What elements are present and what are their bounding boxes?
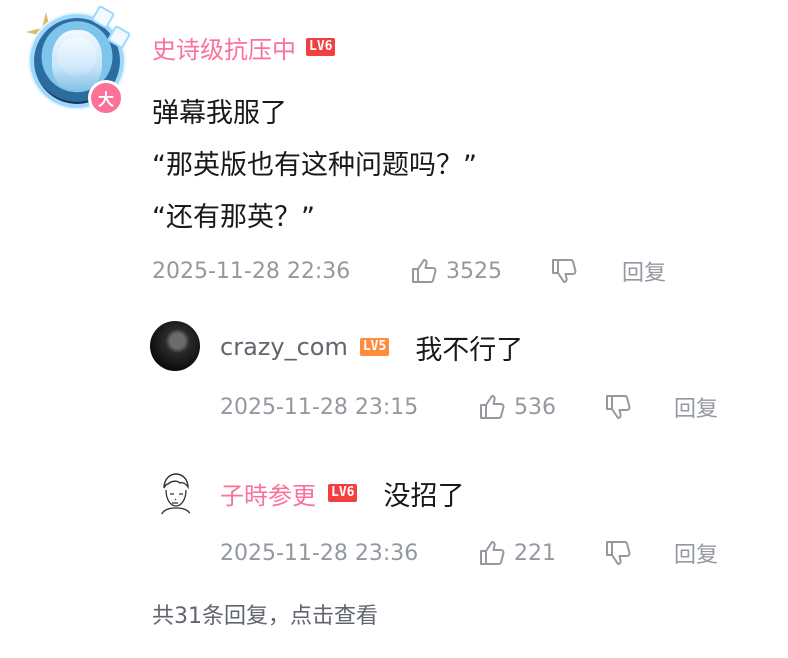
reply-meta: 2025-11-28 23:15 536 回复 bbox=[220, 390, 718, 424]
comment-header: 史诗级抗压中 LV6 bbox=[152, 30, 336, 65]
level-badge: LV6 bbox=[328, 484, 358, 502]
reply-username[interactable]: 子時参更 bbox=[220, 476, 316, 511]
comment-line: 弹幕我服了 bbox=[152, 98, 287, 129]
like-button[interactable]: 3525 bbox=[410, 257, 550, 285]
view-more-replies-link[interactable]: 共31条回复，点击查看 bbox=[152, 598, 378, 630]
level-badge: LV5 bbox=[359, 338, 390, 356]
thumb-up-icon bbox=[478, 393, 506, 421]
avatar-frame-hex-icon bbox=[90, 4, 132, 50]
like-count: 3525 bbox=[446, 258, 502, 284]
thumb-down-icon bbox=[604, 393, 632, 421]
like-count: 221 bbox=[514, 540, 556, 566]
dislike-button[interactable] bbox=[550, 257, 622, 285]
user-avatar[interactable]: 大 bbox=[22, 4, 132, 116]
reply-button[interactable]: 回复 bbox=[622, 255, 666, 287]
timestamp: 2025-11-28 22:36 bbox=[152, 258, 351, 284]
reply-content: 没招了 bbox=[383, 480, 465, 512]
dislike-button[interactable] bbox=[604, 539, 674, 567]
like-button[interactable]: 536 bbox=[478, 393, 604, 421]
username[interactable]: 史诗级抗压中 bbox=[152, 30, 296, 65]
reply-username[interactable]: crazy_com bbox=[220, 333, 348, 361]
reply-content: 我不行了 bbox=[415, 334, 524, 366]
timestamp: 2025-11-28 23:15 bbox=[220, 394, 419, 420]
like-button[interactable]: 221 bbox=[478, 539, 604, 567]
reply-button[interactable]: 回复 bbox=[674, 391, 718, 423]
like-count: 536 bbox=[514, 394, 556, 420]
reply-meta: 2025-11-28 23:36 221 回复 bbox=[220, 536, 718, 570]
reply-header: 子時参更 LV6 没招了 bbox=[220, 476, 465, 512]
vip-badge: 大 bbox=[88, 80, 124, 116]
thumb-down-icon bbox=[550, 257, 578, 285]
timestamp: 2025-11-28 23:36 bbox=[220, 540, 419, 566]
reply-avatar[interactable] bbox=[150, 321, 200, 371]
thumb-up-icon bbox=[478, 539, 506, 567]
reply-button[interactable]: 回复 bbox=[674, 537, 718, 569]
reply-header: crazy_com LV5 我不行了 bbox=[220, 330, 524, 366]
thumb-down-icon bbox=[604, 539, 632, 567]
comment-line: “那英版也有这种问题吗？” bbox=[152, 150, 477, 181]
reply-avatar[interactable] bbox=[150, 468, 200, 518]
thumb-up-icon bbox=[410, 257, 438, 285]
comment-meta: 2025-11-28 22:36 3525 回复 bbox=[152, 254, 666, 288]
dislike-button[interactable] bbox=[604, 393, 674, 421]
comment-line: “还有那英？” bbox=[152, 202, 315, 233]
comment-content: 弹幕我服了 “那英版也有这种问题吗？” “还有那英？” bbox=[152, 88, 477, 244]
level-badge: LV6 bbox=[306, 38, 336, 56]
